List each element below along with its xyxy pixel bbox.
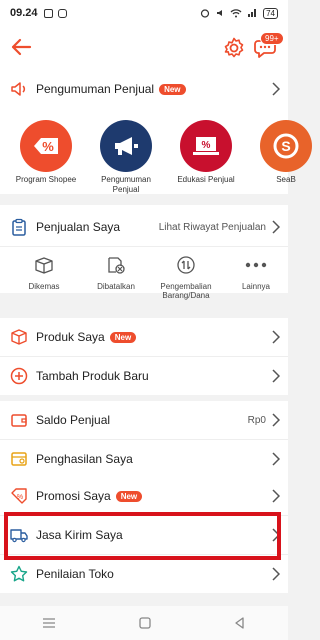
status-lainnya[interactable]: Lainnya xyxy=(224,256,288,291)
star-icon xyxy=(10,565,28,582)
shortcut-seabank[interactable]: S SeaB xyxy=(254,120,318,185)
laptop-percent-icon: % xyxy=(193,137,219,155)
megaphone-icon xyxy=(115,137,138,155)
sales-history-link[interactable]: Lihat Riwayat Penjualan xyxy=(159,222,266,233)
shop-rating-label: Penilaian Toko xyxy=(36,567,114,581)
add-product-label: Tambah Produk Baru xyxy=(36,369,149,383)
speaker-icon xyxy=(11,82,26,96)
my-products-label: Produk Saya xyxy=(36,330,105,344)
seabank-icon: S xyxy=(273,133,299,159)
balance-row[interactable]: Saldo Penjual Rp0 xyxy=(0,401,288,439)
back-nav-icon[interactable] xyxy=(234,617,246,629)
battery-level: 74 xyxy=(263,7,278,19)
status-label: Lainnya xyxy=(241,282,271,291)
svg-text:S: S xyxy=(281,138,290,154)
svg-text:%: % xyxy=(42,139,54,154)
cancelled-icon xyxy=(108,257,125,274)
svg-text:%: % xyxy=(17,494,23,501)
promotion-row[interactable]: % Promosi Saya New xyxy=(0,477,288,515)
chevron-right-icon xyxy=(272,489,280,503)
status-time: 09.24 xyxy=(10,7,38,19)
new-badge: New xyxy=(109,331,137,343)
chevron-right-icon xyxy=(272,330,280,344)
status-label: Pengembalian Barang/Dana xyxy=(160,282,212,300)
back-arrow-icon[interactable] xyxy=(8,34,34,60)
status-bar: 09.24 74 xyxy=(0,0,288,26)
home-nav-icon[interactable] xyxy=(139,617,151,629)
new-badge: New xyxy=(115,490,143,502)
menu-nav-icon[interactable] xyxy=(42,617,56,629)
return-icon xyxy=(177,256,195,274)
status-label: Dikemas xyxy=(28,282,60,291)
add-circle-icon xyxy=(10,367,28,385)
system-nav-bar xyxy=(0,606,288,640)
svg-text:%: % xyxy=(202,140,211,151)
shortcut-circle xyxy=(100,120,152,172)
income-icon xyxy=(11,452,27,466)
balance-value: Rp0 xyxy=(247,414,266,426)
alarm-icon xyxy=(200,9,210,18)
shortcut-label: SeaB xyxy=(276,175,296,184)
add-product-row[interactable]: Tambah Produk Baru xyxy=(0,357,288,395)
shortcut-circle: % xyxy=(180,120,232,172)
status-dikemas[interactable]: Dikemas xyxy=(12,256,76,291)
wifi-icon xyxy=(230,9,242,18)
chat-count-badge: 99+ xyxy=(260,32,284,45)
promotion-label: Promosi Saya xyxy=(36,489,111,503)
chevron-right-icon xyxy=(272,82,280,96)
chevron-right-icon xyxy=(272,567,280,581)
settings-gear-icon[interactable] xyxy=(222,36,246,60)
shortcut-program-shopee[interactable]: % Program Shopee xyxy=(14,120,78,185)
shortcut-label: Program Shopee xyxy=(15,175,77,184)
sales-row[interactable]: Penjualan Saya Lihat Riwayat Penjualan xyxy=(0,208,288,246)
chevron-right-icon xyxy=(272,452,280,466)
promotion-tag-icon: % xyxy=(11,488,27,504)
status-label: Dibatalkan xyxy=(97,282,135,291)
clipboard-icon xyxy=(12,218,26,236)
signal-icon xyxy=(248,9,257,17)
chevron-right-icon xyxy=(272,413,280,427)
divider xyxy=(0,246,288,247)
wallet-icon xyxy=(11,414,27,427)
instagram-icon xyxy=(57,8,67,18)
shipping-row[interactable]: Jasa Kirim Saya xyxy=(0,516,288,554)
announcement-row[interactable]: Pengumuman Penjual New xyxy=(0,70,288,108)
percent-tag-icon: % xyxy=(34,138,58,154)
status-pengembalian[interactable]: Pengembalian Barang/Dana xyxy=(154,256,218,300)
product-box-icon xyxy=(11,329,27,345)
shortcut-label: Edukasi Penjual xyxy=(177,175,235,184)
chevron-right-icon xyxy=(272,528,280,542)
mute-icon xyxy=(217,10,223,16)
income-row[interactable]: Penghasilan Saya xyxy=(0,440,288,478)
sales-label: Penjualan Saya xyxy=(36,220,121,234)
app-bar xyxy=(0,26,288,72)
truck-icon xyxy=(10,529,28,543)
my-products-row[interactable]: Produk Saya New xyxy=(0,318,288,356)
shortcut-label: Pengumuman Penjual xyxy=(101,175,151,194)
new-badge: New xyxy=(159,83,186,95)
shipping-label: Jasa Kirim Saya xyxy=(36,528,123,542)
announcement-label: Pengumuman Penjual xyxy=(36,82,155,96)
shortcut-edukasi-penjual[interactable]: % Edukasi Penjual xyxy=(174,120,238,185)
income-label: Penghasilan Saya xyxy=(36,452,133,466)
status-dibatalkan[interactable]: Dibatalkan xyxy=(84,256,148,291)
notification-icon xyxy=(43,8,53,18)
more-icon xyxy=(245,262,267,268)
chevron-right-icon xyxy=(272,220,280,234)
box-icon xyxy=(35,257,53,274)
shortcut-circle: S xyxy=(260,120,312,172)
shop-rating-row[interactable]: Penilaian Toko xyxy=(0,555,288,593)
balance-label: Saldo Penjual xyxy=(36,413,111,427)
chevron-right-icon xyxy=(272,369,280,383)
shortcut-circle: % xyxy=(20,120,72,172)
shortcut-pengumuman-penjual[interactable]: Pengumuman Penjual xyxy=(94,120,158,195)
